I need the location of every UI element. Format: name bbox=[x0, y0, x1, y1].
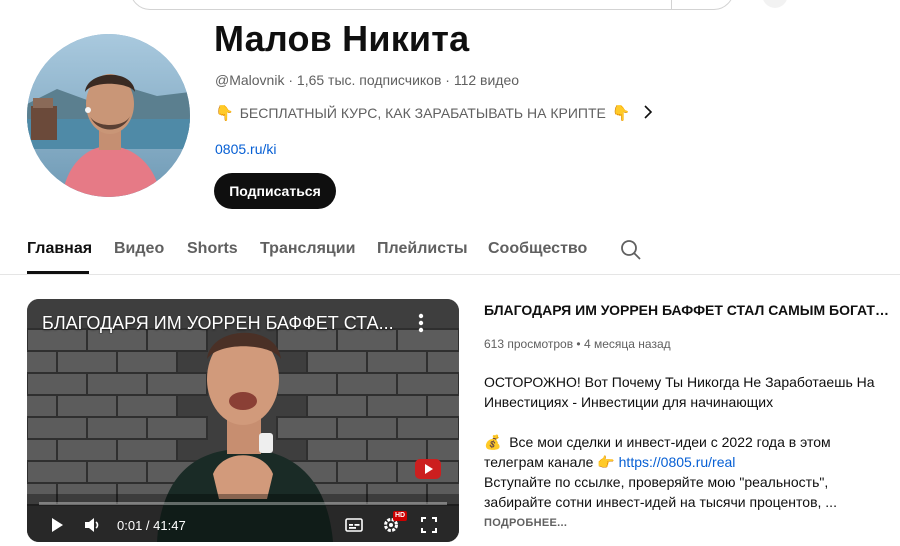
channel-description[interactable]: 👇 БЕСПЛАТНЫЙ КУРС, КАК ЗАРАБАТЫВАТЬ НА К… bbox=[215, 103, 653, 123]
tab-live[interactable]: Трансляции bbox=[260, 240, 355, 258]
point-right-emoji: 👉 bbox=[597, 454, 615, 470]
meta-separator: · bbox=[284, 72, 297, 88]
channel-link[interactable]: 0805.ru/ki bbox=[215, 141, 276, 157]
play-icon[interactable] bbox=[49, 515, 65, 535]
video-frame bbox=[27, 299, 459, 542]
point-down-emoji: 👇 bbox=[215, 105, 234, 122]
video-description: ОСТОРОЖНО! Вот Почему Ты Никогда Не Зара… bbox=[484, 372, 894, 512]
tab-home[interactable]: Главная bbox=[27, 240, 92, 258]
more-vert-icon[interactable] bbox=[415, 312, 427, 334]
hd-badge: HD bbox=[393, 511, 408, 521]
tab-playlists[interactable]: Плейлисты bbox=[377, 240, 468, 258]
description-line: Вступайте по ссылке, проверяйте мою "реа… bbox=[484, 474, 837, 510]
time-display: 0:01 / 41:47 bbox=[117, 518, 186, 533]
masthead-button[interactable] bbox=[762, 0, 788, 8]
player-controls: 0:01 / 41:47 HD bbox=[27, 509, 459, 542]
progress-bar[interactable] bbox=[39, 502, 447, 505]
subscribe-button[interactable]: Подписаться bbox=[214, 173, 336, 209]
channel-avatar[interactable] bbox=[27, 34, 190, 197]
active-tab-indicator bbox=[27, 271, 89, 274]
video-title[interactable]: БЛАГОДАРЯ ИМ УОРРЕН БАФФЕТ СТАЛ САМЫМ БО… bbox=[484, 302, 889, 318]
channel-tabs: Главная Видео Shorts Трансляции Плейлист… bbox=[0, 228, 900, 275]
search-icon[interactable] bbox=[619, 238, 643, 262]
channel-description-text: БЕСПЛАТНЫЙ КУРС, КАК ЗАРАБАТЫВАТЬ НА КРИ… bbox=[239, 105, 606, 121]
chevron-right-icon[interactable] bbox=[643, 103, 653, 124]
search-divider bbox=[671, 0, 672, 9]
show-more-button[interactable]: ПОДРОБНЕЕ... bbox=[484, 517, 567, 529]
description-line: ОСТОРОЖНО! Вот Почему Ты Никогда Не Зара… bbox=[484, 374, 875, 410]
point-down-emoji: 👇 bbox=[611, 105, 631, 122]
video-count: 112 видео bbox=[453, 72, 520, 88]
player-title[interactable]: БЛАГОДАРЯ ИМ УОРРЕН БАФФЕТ СТА... bbox=[42, 313, 412, 334]
featured-video-player[interactable]: БЛАГОДАРЯ ИМ УОРРЕН БАФФЕТ СТА... 0:01 /… bbox=[27, 299, 459, 542]
youtube-logo-icon[interactable] bbox=[415, 459, 441, 479]
masthead-search-box[interactable] bbox=[130, 0, 734, 10]
view-count: 613 просмотров bbox=[484, 337, 574, 351]
avatar-photo bbox=[27, 34, 190, 197]
video-meta: 613 просмотров • 4 месяца назад bbox=[484, 337, 671, 351]
meta-separator: · bbox=[441, 72, 454, 88]
channel-name: Малов Никита bbox=[214, 18, 470, 59]
tab-community[interactable]: Сообщество bbox=[488, 240, 587, 258]
upload-age: 4 месяца назад bbox=[583, 337, 671, 351]
description-line: 💰 Все мои сделки и инвест-идеи с 2022 го… bbox=[484, 432, 894, 472]
tab-videos[interactable]: Видео bbox=[114, 240, 164, 258]
fullscreen-icon[interactable] bbox=[421, 515, 437, 535]
subtitles-icon[interactable] bbox=[345, 515, 363, 535]
subscriber-count: 1,65 тыс. подписчиков bbox=[296, 72, 442, 88]
channel-handle: @Malovnik bbox=[215, 72, 285, 88]
tab-shorts[interactable]: Shorts bbox=[187, 240, 238, 258]
meta-separator: • bbox=[573, 337, 584, 351]
channel-meta: @Malovnik · 1,65 тыс. подписчиков · 112 … bbox=[215, 72, 519, 88]
volume-icon[interactable] bbox=[84, 515, 102, 535]
money-bag-emoji: 💰 bbox=[484, 434, 502, 450]
description-link[interactable]: https://0805.ru/real bbox=[619, 454, 736, 470]
